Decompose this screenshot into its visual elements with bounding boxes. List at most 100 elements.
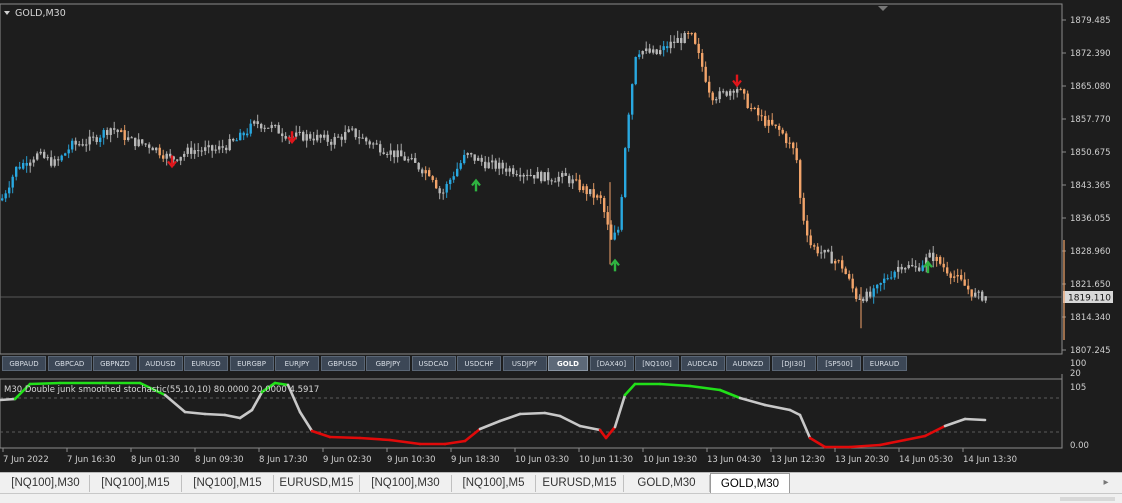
tab-active-chart[interactable]: GOLD,M30 [710, 473, 790, 493]
candle-body [162, 155, 165, 159]
candle-body [963, 279, 966, 286]
symbol-button-eurusd[interactable]: EURUSD [184, 356, 228, 371]
price-tick-label: 1828.960 [1070, 247, 1111, 257]
candle-body [718, 91, 721, 100]
candle-body [344, 132, 347, 140]
candle-body [386, 153, 389, 155]
candle-body [295, 132, 298, 137]
candle-body [176, 159, 179, 161]
symbol-button-dax40[interactable]: [DAX40] [589, 356, 634, 371]
candle-body [711, 92, 714, 101]
symbol-button-usdchf[interactable]: USDCHF [457, 356, 501, 371]
candle-body [774, 124, 777, 126]
symbol-button-gbpcad[interactable]: GBPCAD [47, 356, 92, 371]
candle-body [487, 162, 490, 169]
candle-body [120, 130, 123, 133]
candle-body [543, 172, 546, 182]
candle-body [634, 56, 637, 85]
candle-body [827, 249, 830, 252]
candle-body [246, 133, 249, 136]
candle-body [708, 81, 711, 93]
candle-body [214, 149, 217, 151]
symbol-button-eurjpy[interactable]: EURJPY [275, 356, 319, 371]
time-tick-label: 10 Jun 19:30 [643, 455, 697, 465]
candle-body [659, 50, 662, 55]
candle-body [680, 37, 683, 44]
tab-chart[interactable]: [NQ100],M5 [452, 475, 536, 492]
candle-body [452, 176, 455, 180]
symbol-button-usdcad[interactable]: USDCAD [411, 356, 456, 371]
tab-chart[interactable]: EURUSD,M15 [274, 475, 360, 492]
candle-body [673, 41, 676, 43]
symbol-button-usdjpy[interactable]: USDJPY [502, 356, 547, 371]
candle-body [736, 89, 739, 93]
candle-body [456, 168, 459, 177]
candle-body [442, 192, 445, 194]
candle-body [844, 268, 847, 275]
candle-body [302, 131, 305, 141]
candle-body [183, 153, 186, 157]
symbol-button-dji30[interactable]: [DJI30] [771, 356, 816, 371]
time-tick-label: 13 Jun 12:30 [771, 455, 825, 465]
time-tick-label: 9 Jun 18:30 [451, 455, 500, 465]
candle-body [106, 130, 109, 135]
candle-body [547, 172, 550, 181]
candle-body [421, 169, 424, 174]
tab-chart[interactable]: GOLD,M30 [624, 475, 710, 492]
candle-body [788, 142, 791, 144]
symbol-button-gbpaud[interactable]: GBPAUD [2, 356, 46, 371]
time-tick-label: 13 Jun 20:30 [835, 455, 889, 465]
candle-body [407, 159, 410, 161]
symbol-button-gbpnzd[interactable]: GBPNZD [93, 356, 137, 371]
candle-body [277, 125, 280, 134]
candle-body [568, 175, 571, 184]
candle-body [792, 142, 795, 149]
symbol-button-nq100[interactable]: [NQ100] [635, 356, 679, 371]
candle-body [666, 46, 669, 49]
symbol-button-audnzd[interactable]: AUDNZD [726, 356, 770, 371]
candle-body [694, 33, 697, 44]
candle-body [809, 235, 812, 246]
candle-body [617, 229, 620, 233]
candle-body [764, 115, 767, 126]
candle-body [46, 157, 49, 159]
symbol-button-euraud[interactable]: EURAUD [862, 356, 907, 371]
tab-chart[interactable]: EURUSD,M15 [536, 475, 624, 492]
candle-body [494, 160, 497, 169]
candle-body [113, 128, 116, 130]
symbol-button-gbpjpy[interactable]: GBPJPY [366, 356, 410, 371]
tab-chart[interactable]: [NQ100],M30 [360, 475, 452, 492]
tab-chart[interactable]: [NQ100],M15 [182, 475, 274, 492]
symbol-button-sp500[interactable]: [SP500] [817, 356, 861, 371]
chart-window[interactable]: GOLD,M30 1879.485 1872.390 1865.080 1857.77… [0, 0, 1122, 502]
tab-chart[interactable]: [NQ100],M15 [90, 475, 182, 492]
candle-body [15, 166, 18, 177]
candle-body [358, 137, 361, 139]
oscillator-segment [963, 417, 987, 422]
time-tick-label: 7 Jun 2022 [3, 455, 49, 465]
candle-body [477, 157, 480, 161]
symbol-button-eurgbp[interactable]: EURGBP [229, 356, 274, 371]
candle-body [11, 176, 14, 188]
price-tick-label: 1857.770 [1070, 115, 1111, 125]
symbol-button-audcad[interactable]: AUDCAD [680, 356, 725, 371]
symbol-button-gold[interactable]: GOLD [548, 356, 588, 371]
candle-body [904, 268, 907, 270]
chart-symbol-label: GOLD,M30 [15, 8, 66, 19]
symbol-button-gbpusd[interactable]: GBPUSD [320, 356, 365, 371]
tab-scroll-right-icon[interactable]: ▸ [1099, 476, 1113, 490]
candle-body [722, 91, 725, 93]
candle-body [554, 181, 557, 183]
time-tick-label: 14 Jun 05:30 [899, 455, 953, 465]
tab-chart[interactable]: [NQ100],M30 [2, 475, 90, 492]
candle-body [207, 145, 210, 148]
horizontal-scrollbar[interactable] [1060, 497, 1115, 501]
candle-body [158, 147, 161, 156]
candle-body [886, 278, 889, 280]
candle-body [424, 170, 427, 174]
candle-body [582, 186, 585, 191]
candle-body [379, 144, 382, 153]
symbol-button-audusd[interactable]: AUDUSD [138, 356, 183, 371]
candle-body [823, 249, 826, 253]
candle-body [578, 179, 581, 191]
